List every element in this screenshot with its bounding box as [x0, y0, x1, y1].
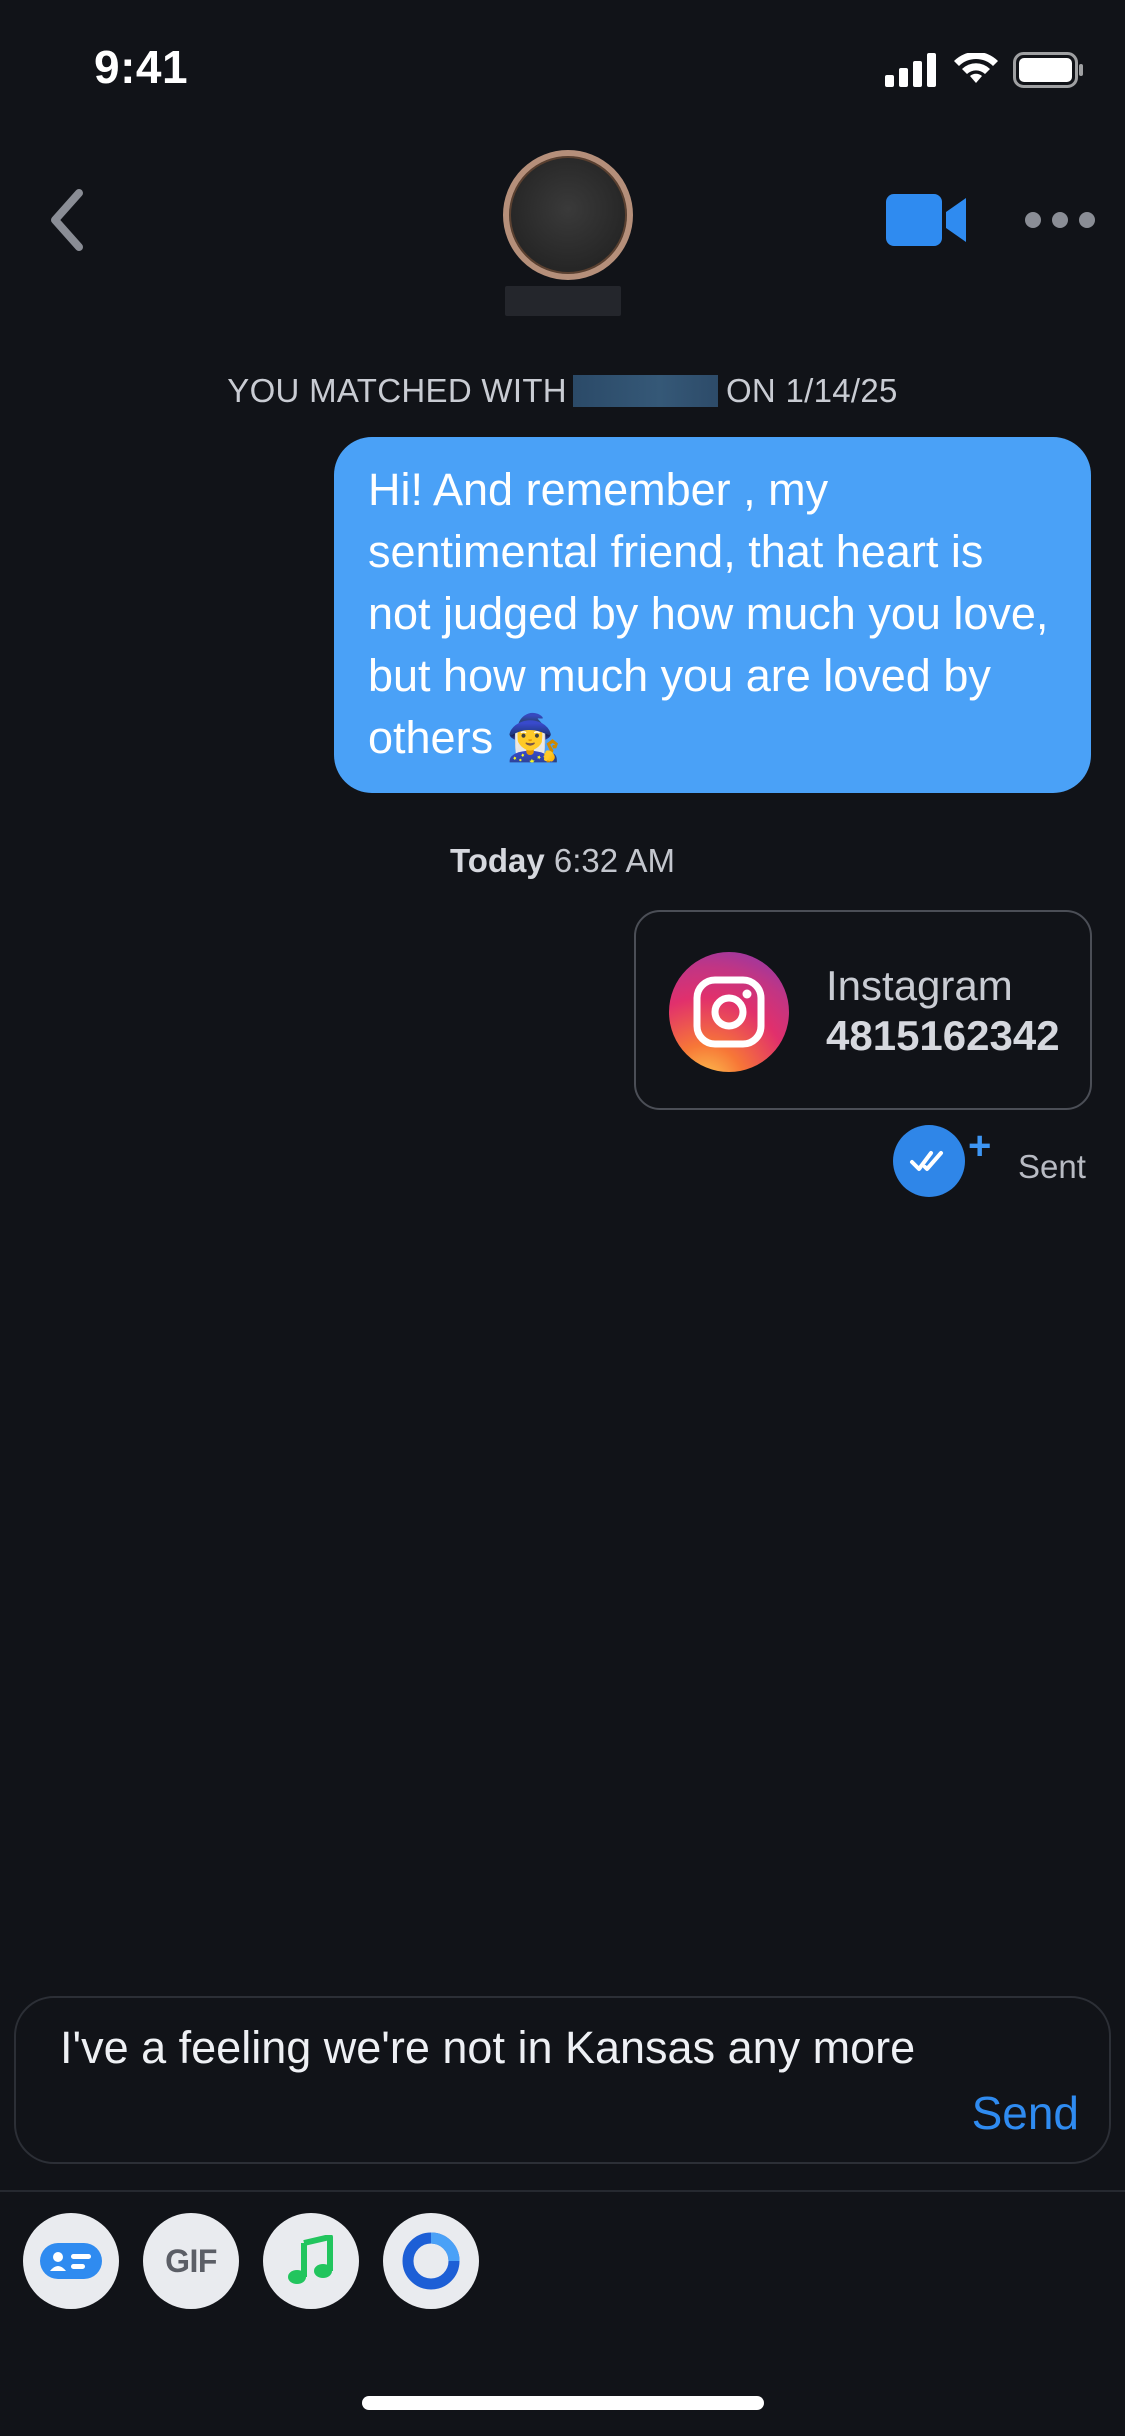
read-receipt-icon[interactable] — [893, 1125, 965, 1197]
match-name-redacted — [505, 286, 621, 316]
matched-prefix: YOU MATCHED WITH — [227, 372, 567, 409]
message-text: Hi! And remember , my sentimental friend… — [368, 464, 1049, 763]
ring-button[interactable] — [383, 2213, 479, 2309]
video-call-button[interactable] — [884, 190, 970, 250]
status-icons — [885, 50, 1085, 90]
card-value: 4815162342 — [826, 1012, 1060, 1059]
avatar[interactable] — [503, 150, 633, 280]
ellipsis-dot — [1052, 212, 1068, 228]
more-options-button[interactable] — [1025, 200, 1095, 240]
music-button[interactable] — [263, 2213, 359, 2309]
video-camera-icon — [886, 194, 966, 246]
timestamp-day: Today — [450, 842, 545, 879]
message-timestamp: Today 6:32 AM — [0, 842, 1125, 880]
send-button[interactable]: Send — [972, 2086, 1079, 2140]
matched-suffix: ON 1/14/25 — [725, 372, 898, 409]
ring-icon — [402, 2232, 460, 2290]
message-input[interactable]: I've a feeling we're not in Kansas any m… — [60, 2016, 930, 2080]
instagram-share-card[interactable]: Instagram 4815162342 — [634, 910, 1092, 1110]
status-time: 9:41 — [94, 41, 189, 93]
message-status: Sent — [1018, 1148, 1086, 1185]
signal-icon — [885, 53, 936, 87]
message-composer[interactable]: I've a feeling we're not in Kansas any m… — [14, 1996, 1111, 2164]
card-service-label: Instagram — [826, 962, 1013, 1009]
plus-icon[interactable]: + — [968, 1126, 991, 1166]
battery-icon — [1013, 52, 1083, 88]
matched-name-redacted — [572, 375, 718, 407]
timestamp-time: 6:32 AM — [553, 842, 675, 879]
message-bubble-outgoing[interactable]: Hi! And remember , my sentimental friend… — [334, 437, 1091, 793]
toolbar-divider — [0, 2190, 1125, 2192]
wifi-icon — [954, 53, 998, 83]
gif-button[interactable]: GIF — [143, 2213, 239, 2309]
ellipsis-dot — [1025, 212, 1041, 228]
music-note-icon — [288, 2235, 333, 2284]
home-indicator — [362, 2396, 764, 2410]
matched-info: YOU MATCHED WITH ON 1/14/25 — [0, 372, 1125, 410]
chevron-left-icon — [51, 189, 83, 251]
ellipsis-dot — [1079, 212, 1095, 228]
gif-icon: GIF — [165, 2242, 217, 2279]
instagram-icon — [669, 952, 789, 1072]
back-button[interactable] — [36, 180, 98, 260]
sticker-card-button[interactable] — [23, 2213, 119, 2309]
double-check-icon — [910, 1151, 943, 1171]
sticker-card-icon — [40, 2243, 102, 2279]
